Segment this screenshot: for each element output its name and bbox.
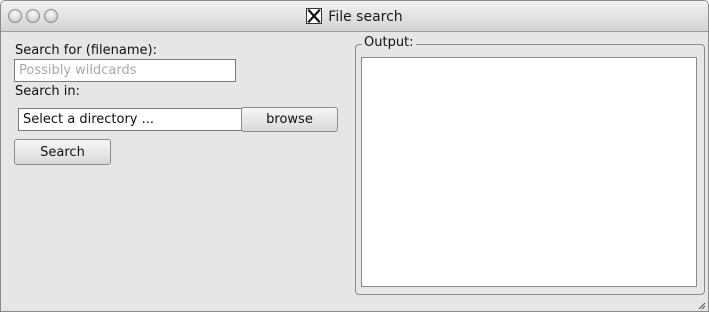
filename-input[interactable]: [14, 59, 236, 82]
search-button[interactable]: Search: [14, 139, 111, 165]
x11-icon: [306, 8, 323, 24]
file-search-window: File search Search for (filename): Searc…: [0, 0, 709, 312]
search-in-label: Search in:: [15, 84, 81, 99]
window-title: File search: [328, 9, 403, 25]
directory-input[interactable]: [18, 108, 242, 131]
window-title-group: File search: [1, 8, 708, 25]
search-for-label: Search for (filename):: [15, 43, 157, 58]
output-textarea[interactable]: [361, 57, 697, 287]
resize-grip-icon[interactable]: [696, 299, 706, 310]
browse-button[interactable]: browse: [241, 107, 338, 132]
title-bar[interactable]: File search: [1, 1, 708, 32]
output-legend: Output:: [362, 35, 416, 50]
